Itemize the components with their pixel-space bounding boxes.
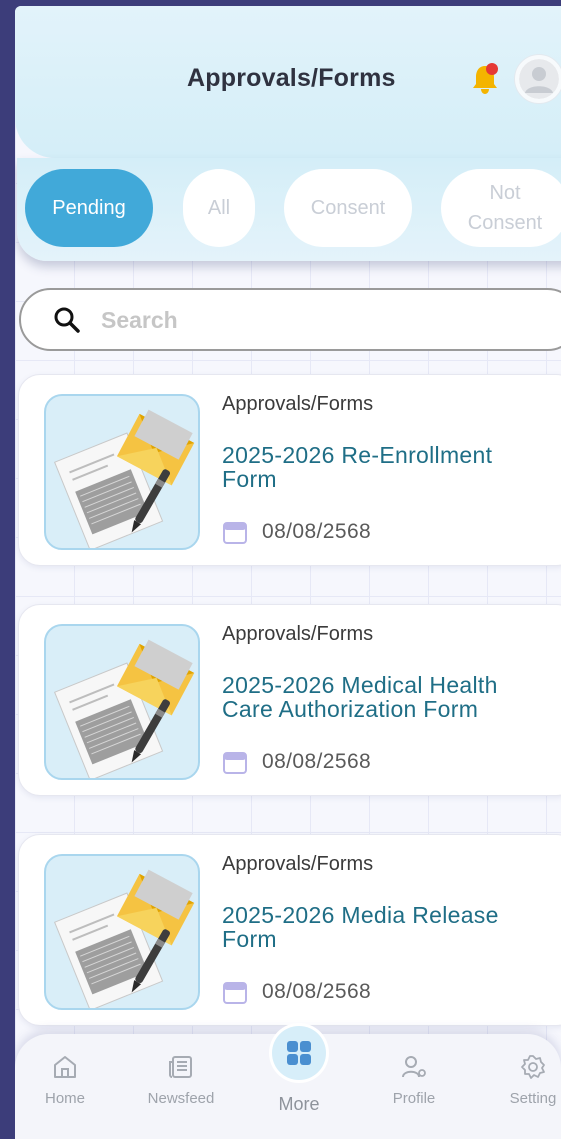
user-avatar-icon <box>519 59 559 99</box>
form-envelope-illustration <box>44 854 200 1010</box>
card-date: 08/08/2568 <box>262 750 372 773</box>
nav-profile[interactable]: Profile <box>369 1054 459 1107</box>
card-date: 08/08/2568 <box>262 520 372 543</box>
app-header: Approvals/Forms <box>15 6 561 158</box>
card-date: 08/08/2568 <box>262 980 372 1003</box>
notification-dot <box>486 63 498 75</box>
form-card[interactable]: Approvals/Forms 2025-2026 Medical Health… <box>18 604 561 796</box>
nav-home[interactable]: Home <box>20 1054 110 1107</box>
form-envelope-illustration <box>44 394 200 550</box>
nav-home-label: Home <box>44 1090 85 1107</box>
tab-all[interactable]: All <box>183 169 255 247</box>
calendar-icon <box>223 522 247 544</box>
tab-consent[interactable]: Consent <box>284 169 412 247</box>
nav-more-button[interactable] <box>272 1026 326 1080</box>
notification-bell-icon[interactable] <box>470 62 500 96</box>
user-avatar[interactable] <box>515 55 561 103</box>
nav-more-label[interactable]: More <box>254 1094 344 1115</box>
tab-not-consent[interactable]: Not Consent <box>441 169 561 247</box>
form-card[interactable]: Approvals/Forms 2025-2026 Media Release … <box>18 834 561 1026</box>
search-icon <box>54 307 80 333</box>
card-title: 2025-2026 Re-Enrollment Form <box>222 442 493 492</box>
bottom-navigation: Home Newsfeed More Profile Setting <box>15 1026 561 1139</box>
nav-setting-label: Setting <box>509 1090 557 1107</box>
card-title: 2025-2026 Medical Health Care Authorizat… <box>222 672 498 722</box>
card-category: Approvals/Forms <box>222 623 374 645</box>
card-category: Approvals/Forms <box>222 853 374 875</box>
gear-icon <box>521 1055 545 1079</box>
page-title: Approvals/Forms <box>187 64 396 92</box>
app-screen: Approvals/Forms Pending All Consent Not … <box>15 6 561 1139</box>
calendar-icon <box>223 752 247 774</box>
tab-pending[interactable]: Pending <box>25 169 153 247</box>
search-bar[interactable] <box>19 288 561 351</box>
nav-setting[interactable]: Setting <box>488 1054 561 1107</box>
filter-tabs: Pending All Consent Not Consent <box>17 158 561 261</box>
nav-newsfeed[interactable]: Newsfeed <box>136 1054 226 1107</box>
form-envelope-illustration <box>44 624 200 780</box>
grid-icon <box>287 1041 311 1065</box>
card-title: 2025-2026 Media Release Form <box>222 902 499 952</box>
search-input[interactable] <box>101 302 401 338</box>
form-card[interactable]: Approvals/Forms 2025-2026 Re-Enrollment … <box>18 374 561 566</box>
profile-icon <box>402 1056 426 1078</box>
nav-profile-label: Profile <box>392 1090 436 1107</box>
home-icon <box>54 1056 76 1078</box>
nav-newsfeed-label: Newsfeed <box>147 1090 215 1107</box>
calendar-icon <box>223 982 247 1004</box>
newspaper-icon <box>169 1056 192 1078</box>
card-category: Approvals/Forms <box>222 393 374 415</box>
